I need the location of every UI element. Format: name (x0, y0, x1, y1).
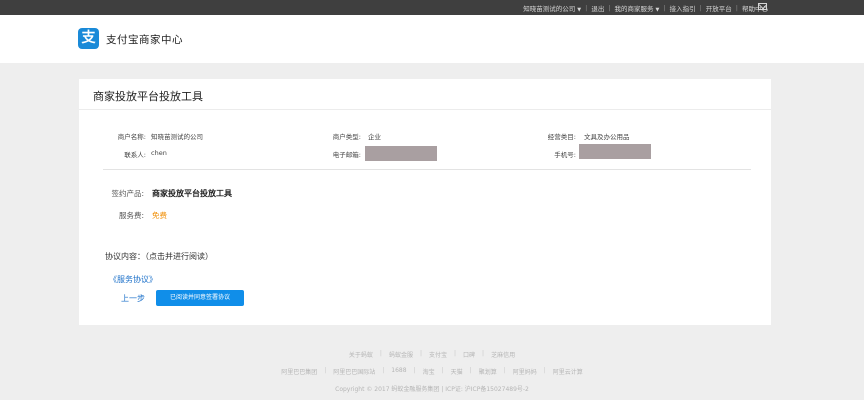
fee-label: 服务费: (118, 211, 144, 220)
footer-link[interactable]: 阿里巴巴国际站 (333, 367, 375, 376)
email-label: 电子邮箱: (332, 151, 361, 159)
alipay-logo-icon[interactable]: 支 (78, 28, 99, 49)
guide-link[interactable]: 接入指引 (670, 3, 696, 13)
footer-links-row-1: 关于蚂蚁 | 蚂蚁金服 | 支付宝 | 口碑 | 芝麻信用 (348, 350, 516, 359)
product-label: 签约产品: (111, 189, 144, 198)
contact-value: chen (151, 149, 167, 157)
agree-and-sign-button[interactable]: 已阅读并同意签署协议 (156, 290, 244, 306)
logout-link[interactable]: 退出 (591, 3, 604, 13)
footer-link[interactable]: 阿里妈妈 (513, 367, 537, 376)
service-agreement-link[interactable]: 《服务协议》 (109, 274, 157, 285)
caret-down-icon: ▼ (577, 6, 582, 13)
fee-value: 免费 (152, 211, 167, 220)
page-header: 支 支付宝商家中心 (0, 15, 864, 63)
merchant-type-value: 企业 (368, 133, 381, 141)
title-divider (79, 109, 771, 110)
merchant-type-label: 商户类型: (332, 133, 361, 141)
contact-label: 联系人: (124, 151, 146, 159)
page-title: 商家投放平台投放工具 (93, 90, 203, 103)
phone-redacted (579, 144, 651, 159)
merchant-name-label: 商户名称: (117, 133, 146, 141)
top-nav-bar: 知晓苗测试的公司 ▼ | 退出 | 我的商家服务 ▼ | 接入指引 | 开放平台 |… (0, 0, 864, 15)
site-title[interactable]: 支付宝商家中心 (106, 32, 183, 47)
agreement-label: 协议内容：（点击并进行阅读） (105, 252, 213, 261)
main-card: 商家投放平台投放工具 商户名称: 知晓苗测试的公司 商户类型: 企业 经营类目:… (79, 79, 771, 325)
category-label: 经营类目: (547, 133, 576, 141)
footer-link[interactable]: 蚂蚁金服 (389, 350, 413, 359)
footer-copyright: Copyright © 2017 蚂蚁金融服务集团 | ICP证: 沪ICP备1… (0, 384, 864, 393)
footer-link[interactable]: 支付宝 (429, 350, 447, 359)
top-nav-items: 知晓苗测试的公司 ▼ | 退出 | 我的商家服务 ▼ | 接入指引 | 开放平台 |… (523, 3, 768, 13)
section-divider (103, 169, 751, 170)
phone-label: 手机号: (554, 151, 576, 159)
footer-link[interactable]: 聚划算 (479, 367, 497, 376)
mail-icon[interactable] (758, 3, 767, 10)
open-platform-link[interactable]: 开放平台 (706, 3, 732, 13)
footer-link[interactable]: 阿里云计算 (553, 367, 583, 376)
copyright-text: Copyright © 2017 蚂蚁金融服务集团 | ICP证: 沪ICP备1… (335, 386, 529, 393)
footer-link[interactable]: 淘宝 (423, 367, 435, 376)
caret-down-icon: ▼ (655, 6, 660, 13)
previous-step-link[interactable]: 上一步 (121, 293, 145, 304)
footer-link[interactable]: 天猫 (451, 367, 463, 376)
footer-link[interactable]: 口碑 (463, 350, 475, 359)
company-menu[interactable]: 知晓苗测试的公司 ▼ (523, 3, 581, 13)
merchant-name-value: 知晓苗测试的公司 (151, 133, 203, 141)
footer-link[interactable]: 关于蚂蚁 (349, 350, 373, 359)
footer-link[interactable]: 阿里巴巴集团 (281, 367, 317, 376)
email-redacted (365, 146, 437, 161)
footer-links-row-2: 阿里巴巴集团 | 阿里巴巴国际站 | 1688 | 淘宝 | 天猫 | 聚划算 | 阿里妈妈… (281, 367, 583, 376)
category-value: 文具及办公用品 (584, 133, 630, 141)
footer-link[interactable]: 芝麻信用 (491, 350, 515, 359)
footer-link[interactable]: 1688 (391, 367, 406, 376)
product-value: 商家投放平台投放工具 (152, 189, 232, 198)
merchant-service-menu[interactable]: 我的商家服务 ▼ (615, 3, 660, 13)
